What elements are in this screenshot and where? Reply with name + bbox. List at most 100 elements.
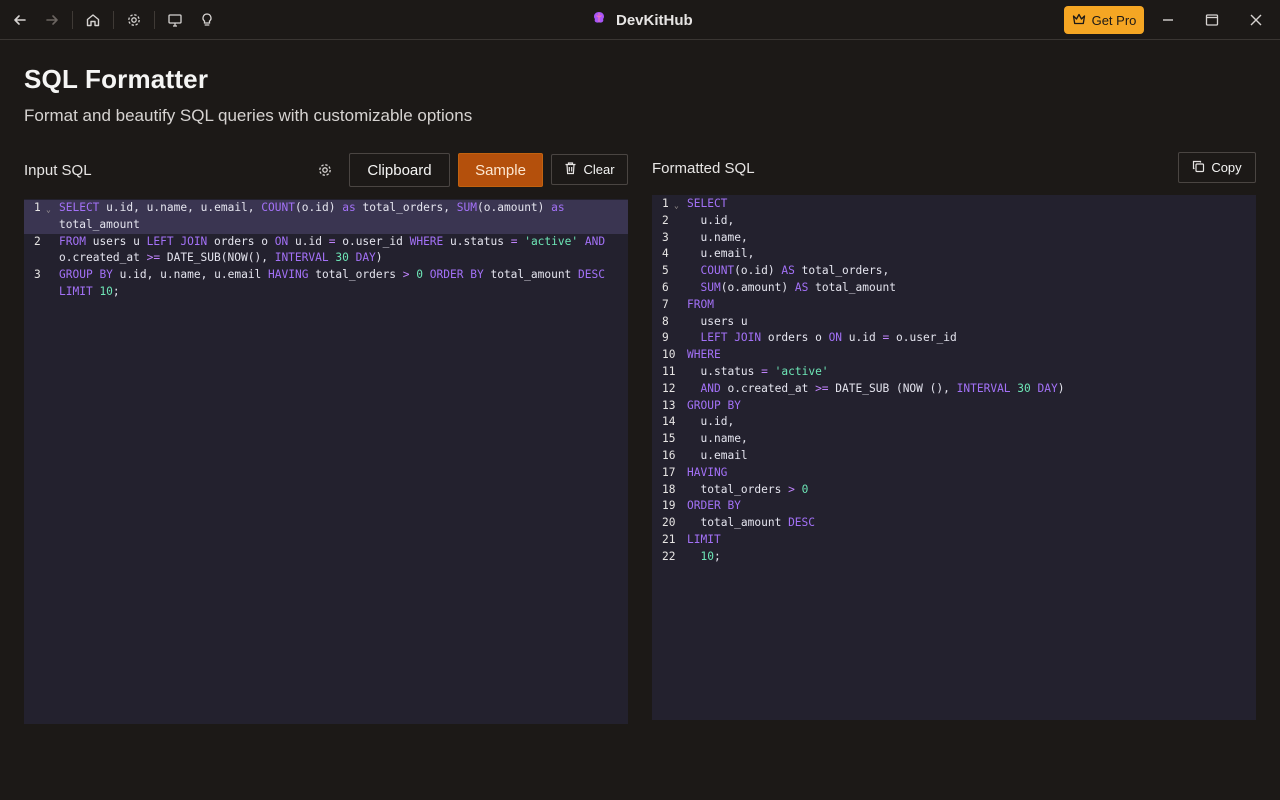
code-line[interactable]: 3 u.name, (652, 230, 1256, 247)
page-title: SQL Formatter (24, 64, 209, 94)
monitor-icon[interactable] (163, 8, 187, 32)
line-number: 3 (662, 230, 669, 244)
code-line[interactable]: 4 u.email, (652, 246, 1256, 263)
code-text: u.id, (700, 213, 735, 227)
line-number: 3 (34, 268, 41, 282)
trash-icon (564, 161, 577, 178)
lightbulb-icon[interactable] (195, 8, 219, 32)
code-text: u.name, (700, 432, 748, 446)
code-line[interactable]: 10 WHERE (652, 347, 1256, 364)
input-panel-label: Input SQL (24, 162, 92, 179)
page-subtitle: Format and beautify SQL queries with cus… (24, 106, 473, 125)
code-text: FROM (687, 297, 714, 311)
code-line[interactable]: 5 COUNT(o.id) AS total_orders, (652, 263, 1256, 280)
get-pro-label: Get Pro (1091, 12, 1137, 28)
toolbar-divider (154, 11, 155, 29)
line-number: 20 (662, 516, 676, 530)
clipboard-button[interactable]: Clipboard (349, 153, 450, 187)
app-title: DevKitHub (590, 10, 693, 30)
code-text: SELECT u.id, u.name, u.email, COUNT(o.id… (59, 201, 565, 231)
sample-label: Sample (475, 161, 526, 179)
maximize-icon[interactable] (1200, 8, 1224, 32)
code-line[interactable]: 6 SUM(o.amount) AS total_amount (652, 280, 1256, 297)
line-number: 1 ⌄ (652, 196, 687, 213)
code-text: users u (700, 314, 748, 328)
line-number: 4 (662, 247, 669, 261)
code-line[interactable]: 2 u.id, (652, 213, 1256, 230)
line-number: 22 (662, 549, 676, 563)
code-text: ORDER BY (687, 499, 741, 513)
code-text: total_orders > 0 (700, 482, 809, 496)
arrow-right-icon[interactable] (40, 8, 64, 32)
close-icon[interactable] (1244, 8, 1268, 32)
brain-logo-icon (590, 9, 608, 31)
formatted-sql-editor[interactable]: 1 ⌄ SELECT 2 u.id, 3 u.name, 4 u.email, 5 COUN… (652, 195, 1256, 720)
copy-label: Copy (1211, 160, 1242, 175)
code-line[interactable]: 3 GROUP BY u.id, u.name, u.email HAVING t… (24, 267, 628, 301)
get-pro-button[interactable]: Get Pro (1064, 6, 1144, 34)
code-line[interactable]: 22 10; (652, 549, 1256, 566)
settings-gear-icon[interactable] (313, 158, 337, 182)
line-number: 19 (662, 499, 676, 513)
code-line[interactable]: 7 FROM (652, 297, 1256, 314)
minimize-icon[interactable] (1156, 8, 1180, 32)
gear-icon[interactable] (122, 8, 146, 32)
line-number: 15 (662, 432, 676, 446)
clipboard-label: Clipboard (367, 161, 432, 179)
code-text: 10; (700, 549, 721, 563)
code-line[interactable]: 17 HAVING (652, 465, 1256, 482)
line-number: 2 (34, 234, 41, 248)
code-line[interactable]: 1 ⌄ SELECT (652, 196, 1256, 213)
arrow-left-icon[interactable] (8, 8, 32, 32)
toolbar-divider (72, 11, 73, 29)
input-sql-editor[interactable]: 1 ⌄ SELECT u.id, u.name, u.email, COUNT(o.… (24, 199, 628, 724)
copy-icon (1192, 160, 1205, 176)
sample-button[interactable]: Sample (458, 153, 543, 187)
code-text: GROUP BY u.id, u.name, u.email HAVING to… (59, 268, 605, 298)
line-number: 21 (662, 532, 676, 546)
code-line[interactable]: 9 LEFT JOIN orders o ON u.id = o.user_id (652, 330, 1256, 347)
code-text: u.status = 'active' (700, 364, 829, 378)
code-line[interactable]: 18 total_orders > 0 (652, 482, 1256, 499)
line-number: 6 (662, 280, 669, 294)
line-number: 14 (662, 415, 676, 429)
code-text: u.email (700, 448, 748, 462)
code-line[interactable]: 11 u.status = 'active' (652, 364, 1256, 381)
line-number: 16 (662, 448, 676, 462)
code-line[interactable]: 13 GROUP BY (652, 398, 1256, 415)
code-line[interactable]: 14 u.id, (652, 414, 1256, 431)
title-bar: DevKitHub Get Pro (0, 0, 1280, 40)
code-line[interactable]: 19 ORDER BY (652, 498, 1256, 515)
code-text: COUNT(o.id) AS total_orders, (700, 264, 890, 278)
fold-chevron-icon[interactable]: ⌄ (46, 202, 51, 219)
code-text: GROUP BY (687, 398, 741, 412)
code-line[interactable]: 16 u.email (652, 448, 1256, 465)
home-icon[interactable] (81, 8, 105, 32)
code-text: SELECT (687, 197, 728, 210)
line-number: 8 (662, 314, 669, 328)
code-text: LIMIT (687, 532, 721, 546)
line-number: 17 (662, 465, 676, 479)
code-line[interactable]: 15 u.name, (652, 431, 1256, 448)
crown-icon (1072, 13, 1086, 28)
line-number: 13 (662, 398, 676, 412)
code-text: total_amount DESC (700, 516, 816, 530)
code-text: SUM(o.amount) AS total_amount (700, 280, 896, 294)
copy-button[interactable]: Copy (1178, 152, 1256, 183)
clear-button[interactable]: Clear (551, 154, 628, 185)
code-line[interactable]: 12 AND o.created_at >= DATE_SUB (NOW (),… (652, 381, 1256, 398)
line-number: 12 (662, 381, 676, 395)
line-number: 18 (662, 482, 676, 496)
output-panel-label: Formatted SQL (652, 160, 755, 177)
code-line[interactable]: 2 FROM users u LEFT JOIN orders o ON u.id… (24, 234, 628, 268)
line-number: 7 (662, 297, 669, 311)
code-line[interactable]: 21 LIMIT (652, 532, 1256, 549)
app-name: DevKitHub (616, 11, 693, 29)
line-number: 1 ⌄ (24, 200, 59, 234)
line-number: 11 (662, 364, 676, 378)
code-text: FROM users u LEFT JOIN orders o ON u.id … (59, 234, 606, 265)
code-line[interactable]: 1 ⌄ SELECT u.id, u.name, u.email, COUNT(o.… (24, 200, 628, 234)
code-line[interactable]: 8 users u (652, 314, 1256, 331)
code-text: u.name, (700, 230, 748, 244)
code-line[interactable]: 20 total_amount DESC (652, 515, 1256, 532)
